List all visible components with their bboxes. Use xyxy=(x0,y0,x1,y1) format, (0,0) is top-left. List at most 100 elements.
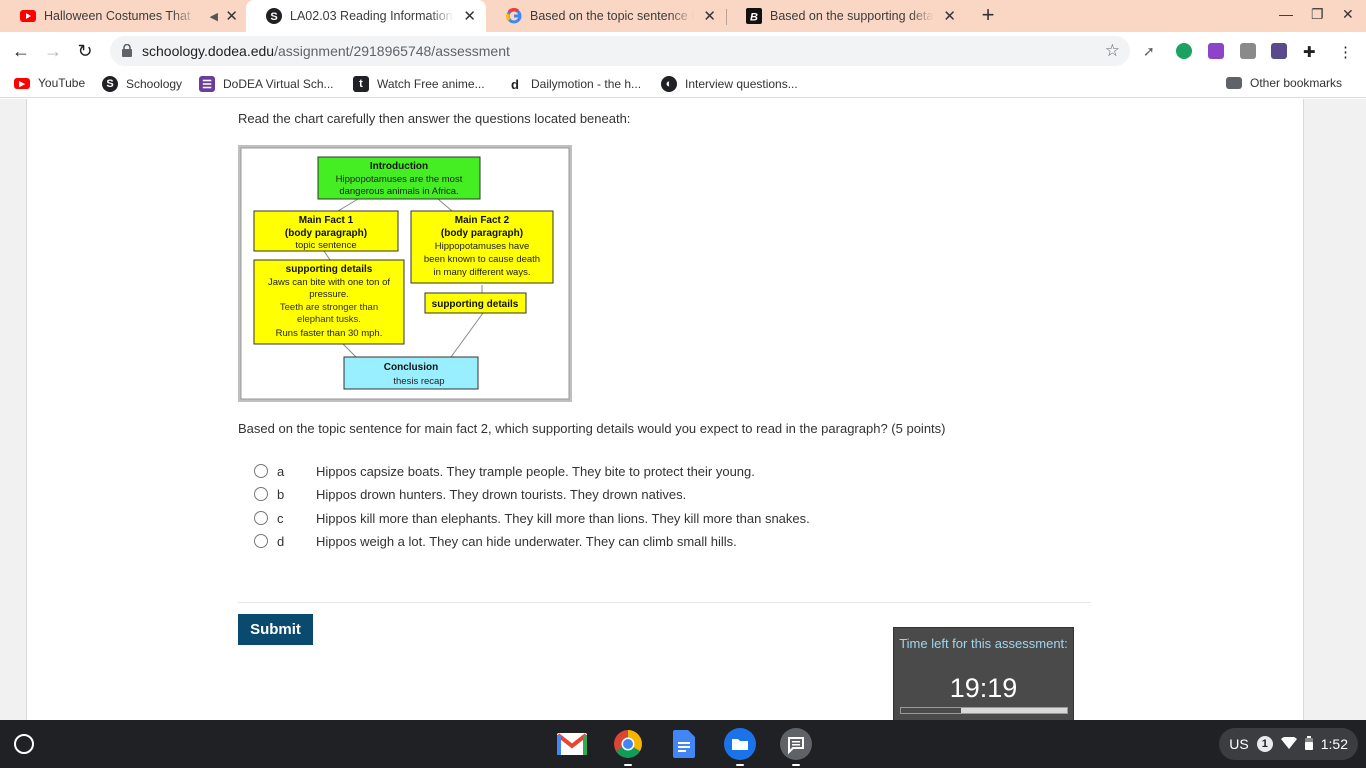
bookmark-interview-questions[interactable]: ◐ Interview questions... xyxy=(661,76,798,92)
lock-icon xyxy=(122,43,132,62)
tab-brainly[interactable]: B Based on the supporting details ✕ xyxy=(726,0,966,32)
battery-icon xyxy=(1304,735,1313,753)
radio-button[interactable] xyxy=(254,487,268,501)
timer-progress-fill xyxy=(901,708,961,713)
submit-button[interactable]: Submit xyxy=(238,614,313,645)
url-host: schoology.dodea.edu xyxy=(142,43,275,59)
close-window-button[interactable]: ✕ xyxy=(1342,6,1354,23)
bookmark-youtube[interactable]: ▸ YouTube xyxy=(14,76,85,90)
details1-line-3: Teeth are stronger than xyxy=(280,302,378,313)
timer-value: 19:19 xyxy=(949,673,1018,703)
google-icon xyxy=(506,8,522,24)
close-icon[interactable]: ✕ xyxy=(703,7,716,25)
details2-title: supporting details xyxy=(432,299,519,310)
bookmark-label: DoDEA Virtual Sch... xyxy=(223,77,334,91)
tab-title: Halloween Costumes That S xyxy=(44,9,196,23)
tab-strip: Halloween Costumes That S ◀︎ ✕ S LA02.03… xyxy=(0,0,1366,32)
answer-choice-d[interactable]: d Hippos weigh a lot. They can hide unde… xyxy=(254,531,737,551)
fact2-text-3: in many different ways. xyxy=(434,267,531,278)
globe-icon: ◐ xyxy=(661,76,677,92)
tab-title: Based on the supporting details xyxy=(770,9,934,23)
details1-line-5: Runs faster than 30 mph. xyxy=(276,328,383,339)
content-divider xyxy=(238,602,1091,603)
restore-button[interactable]: ❐ xyxy=(1311,6,1324,23)
messages-app-icon[interactable] xyxy=(780,728,812,766)
svg-text:B: B xyxy=(750,12,758,24)
bookmark-watch-anime[interactable]: t Watch Free anime... xyxy=(353,76,485,92)
address-bar[interactable]: schoology.dodea.edu/assignment/291896574… xyxy=(110,36,1130,66)
schoology-icon: S xyxy=(266,8,282,24)
back-button[interactable]: ← xyxy=(10,40,32,62)
forward-button[interactable]: → xyxy=(42,40,64,62)
bookmark-label: Schoology xyxy=(126,77,183,91)
chrome-app-icon[interactable] xyxy=(612,728,644,766)
radio-button[interactable] xyxy=(254,464,268,478)
audio-muted-icon[interactable]: ◀︎ xyxy=(210,10,218,23)
answer-choice-b[interactable]: b Hippos drown hunters. They drown touri… xyxy=(254,484,686,504)
running-indicator xyxy=(624,764,632,766)
bookmark-dodea[interactable]: ☰ DoDEA Virtual Sch... xyxy=(199,76,334,92)
tab-title: Based on the topic sentence for xyxy=(530,9,694,23)
svg-text:S: S xyxy=(270,11,277,23)
choice-text[interactable]: Hippos capsize boats. They trample peopl… xyxy=(316,464,755,479)
choice-letter: b xyxy=(277,486,285,502)
essay-structure-chart-image: Introduction Hippopotamuses are the most… xyxy=(238,145,572,402)
pdf-extension-icon[interactable] xyxy=(1271,43,1287,59)
radio-button[interactable] xyxy=(254,511,268,525)
reload-button[interactable]: ↻ xyxy=(74,40,96,62)
bookmark-dailymotion[interactable]: d Dailymotion - the h... xyxy=(507,76,641,92)
folder-icon xyxy=(1226,77,1242,89)
running-indicator xyxy=(792,764,800,766)
youtube-icon xyxy=(20,8,36,24)
assessment-card xyxy=(26,99,1304,720)
tab-google-search[interactable]: Based on the topic sentence for ✕ xyxy=(486,0,726,32)
choice-text[interactable]: Hippos weigh a lot. They can hide underw… xyxy=(316,534,737,549)
timer-progress-bar xyxy=(900,707,1068,714)
fact2-title-1: Main Fact 2 xyxy=(455,215,510,226)
anime-site-icon: t xyxy=(353,76,369,92)
bookmark-label: Watch Free anime... xyxy=(377,77,485,91)
url-path: /assignment/2918965748/assessment xyxy=(274,43,510,59)
status-tray[interactable]: US 1 1:52 xyxy=(1219,728,1358,760)
gmail-app-icon[interactable] xyxy=(556,728,588,760)
minimize-button[interactable]: — xyxy=(1279,6,1293,22)
tab-halloween-costumes[interactable]: Halloween Costumes That S ◀︎ ✕ xyxy=(0,0,248,32)
instruction-text: Read the chart carefully then answer the… xyxy=(238,111,631,126)
green-extension-icon[interactable] xyxy=(1176,43,1192,59)
rocket-extension-icon[interactable]: ➚ xyxy=(1143,43,1159,59)
tw-extension-icon[interactable] xyxy=(1208,43,1224,59)
page-viewport[interactable]: Read the chart carefully then answer the… xyxy=(0,99,1366,720)
bookmark-star-icon[interactable]: ☆ xyxy=(1105,41,1120,61)
details1-line-4: elephant tusks. xyxy=(297,314,361,325)
os-shelf: US 1 1:52 xyxy=(0,720,1366,768)
bookmark-label: Dailymotion - the h... xyxy=(531,77,642,91)
fact1-title-2: (body paragraph) xyxy=(285,228,367,239)
schoology-icon: S xyxy=(102,76,118,92)
radio-button[interactable] xyxy=(254,534,268,548)
tab-la0203-reading[interactable]: S LA02.03 Reading Informational ✕ xyxy=(246,0,486,32)
wifi-icon xyxy=(1280,735,1297,752)
question-text: Based on the topic sentence for main fac… xyxy=(238,421,946,436)
close-icon[interactable]: ✕ xyxy=(943,7,956,25)
answer-choice-a[interactable]: a Hippos capsize boats. They trample peo… xyxy=(254,461,755,481)
close-icon[interactable]: ✕ xyxy=(463,7,476,25)
notification-count-badge: 1 xyxy=(1256,736,1273,752)
youtube-icon: ▸ xyxy=(14,77,30,90)
answer-choice-c[interactable]: c Hippos kill more than elephants. They … xyxy=(254,508,810,528)
close-icon[interactable]: ✕ xyxy=(225,7,238,25)
bookmark-other[interactable]: Other bookmarks xyxy=(1226,76,1342,90)
details1-title: supporting details xyxy=(286,264,373,275)
reader-extension-icon[interactable] xyxy=(1240,43,1256,59)
google-docs-app-icon[interactable] xyxy=(668,728,700,760)
files-app-icon[interactable] xyxy=(724,728,756,766)
new-tab-button[interactable]: + xyxy=(976,4,1000,28)
extensions-puzzle-icon[interactable]: ✚ xyxy=(1303,43,1319,61)
bookmark-schoology[interactable]: S Schoology xyxy=(102,76,182,92)
launcher-button[interactable] xyxy=(14,734,34,754)
details1-line-1: Jaws can bite with one ton of xyxy=(268,277,390,288)
choice-text[interactable]: Hippos kill more than elephants. They ki… xyxy=(316,511,810,526)
menu-kebab-icon[interactable]: ⋮ xyxy=(1338,43,1354,61)
choice-text[interactable]: Hippos drown hunters. They drown tourist… xyxy=(316,487,686,502)
fact1-title-1: Main Fact 1 xyxy=(299,215,354,226)
fact2-title-2: (body paragraph) xyxy=(441,228,523,239)
